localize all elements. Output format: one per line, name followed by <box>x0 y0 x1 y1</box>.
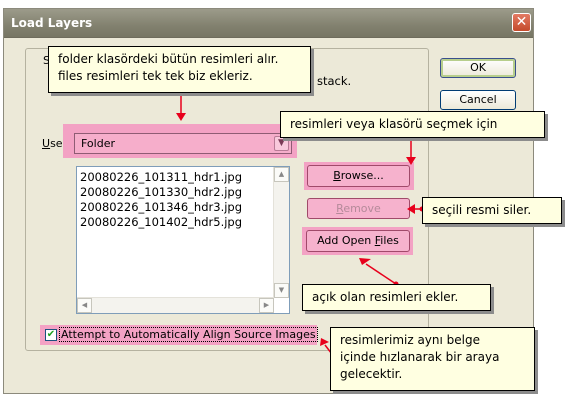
list-item[interactable]: 20080226_101311_hdr1.jpg <box>80 170 242 184</box>
tooltip-remove-text: seçili resmi siler. <box>432 203 532 217</box>
use-select[interactable]: Folder ▼ <box>74 133 292 154</box>
tooltip-browse: resimleri veya klasörü seçmek için <box>280 111 545 138</box>
browse-label: rowse... <box>340 169 384 182</box>
scroll-left-icon[interactable]: ◀ <box>77 298 92 313</box>
list-item[interactable]: 20080226_101330_hdr2.jpg <box>80 185 242 199</box>
tooltip-folder-line1: folder klasördeki bütün resimleri alır. <box>58 52 279 66</box>
vertical-scrollbar[interactable]: ▲ ▼ <box>273 167 289 298</box>
scroll-down-icon[interactable]: ▼ <box>274 283 289 298</box>
use-label-mnemonic: U <box>42 137 51 150</box>
tooltip-align-line3: gelecektir. <box>340 367 403 381</box>
title-bar[interactable]: Load Layers ✕ <box>4 9 533 38</box>
tooltip-align: resimlerimiz aynı belge içinde hızlanara… <box>330 327 535 391</box>
list-item[interactable]: 20080226_101402_hdr5.jpg <box>80 215 242 229</box>
tooltip-browse-text: resimleri veya klasörü seçmek için <box>290 117 498 131</box>
close-icon[interactable]: ✕ <box>512 13 531 32</box>
file-list[interactable]: 20080226_101311_hdr1.jpg 20080226_101330… <box>76 166 290 314</box>
remove-button[interactable]: Remove <box>307 198 410 219</box>
tooltip-add-open-text: açık olan resimleri ekler. <box>312 290 459 304</box>
align-checkbox-row[interactable]: ✔ Attempt to Automatically Align Source … <box>40 325 318 345</box>
horizontal-scrollbar[interactable]: ◀ ▶ <box>77 297 274 313</box>
window-title: Load Layers <box>11 16 93 30</box>
tooltip-align-line2: içinde hızlanarak bir araya <box>340 350 500 364</box>
add-open-label-rest: iles <box>380 234 399 247</box>
remove-label: emove <box>343 202 381 215</box>
tooltip-folder-line2: files resimleri tek tek biz ekleriz. <box>58 69 253 83</box>
align-checkbox[interactable]: ✔ <box>45 329 57 341</box>
align-checkbox-label[interactable]: Attempt to Automatically Align Source Im… <box>59 327 318 342</box>
add-open-files-button[interactable]: Add Open Files <box>306 230 410 252</box>
browse-button[interactable]: Browse... <box>307 165 410 187</box>
chevron-down-icon[interactable]: ▼ <box>274 136 289 151</box>
list-item[interactable]: 20080226_101346_hdr3.jpg <box>80 200 242 214</box>
add-open-label-pre: Add Open <box>317 234 375 247</box>
scroll-up-icon[interactable]: ▲ <box>274 167 289 182</box>
scroll-right-icon[interactable]: ▶ <box>259 298 274 313</box>
cancel-button[interactable]: Cancel <box>440 90 516 110</box>
group-description-tail: stack. <box>317 74 352 88</box>
tooltip-remove: seçili resmi siler. <box>422 197 562 224</box>
browse-mnemonic: B <box>333 169 341 182</box>
use-select-value: Folder <box>81 137 115 150</box>
tooltip-add-open: açık olan resimleri ekler. <box>302 284 491 311</box>
tooltip-folder: folder klasördeki bütün resimleri alır. … <box>48 46 311 93</box>
ok-button[interactable]: OK <box>440 58 516 78</box>
tooltip-align-line1: resimlerimiz aynı belge <box>340 333 480 347</box>
